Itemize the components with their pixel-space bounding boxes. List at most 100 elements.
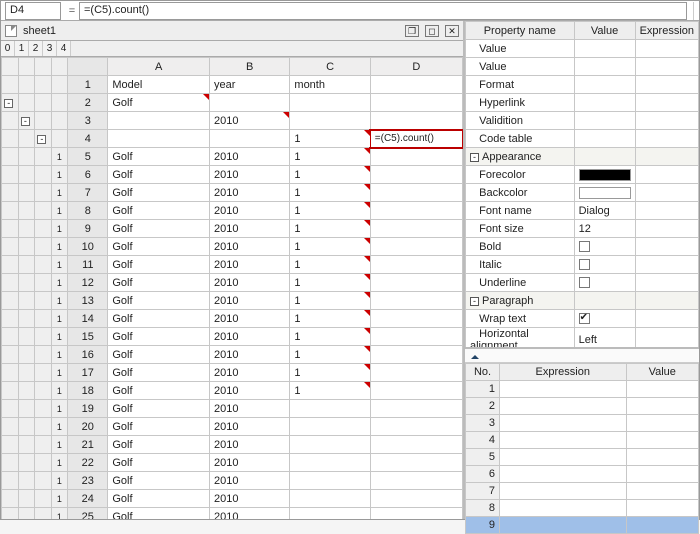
collapse-up-icon[interactable] <box>471 351 479 359</box>
cell-C25[interactable] <box>290 508 370 520</box>
prop-expression[interactable] <box>635 274 698 292</box>
expr-value[interactable] <box>626 449 698 466</box>
outline-level-4[interactable]: 4 <box>57 41 71 56</box>
row-header[interactable]: 25 <box>68 508 108 520</box>
window-max-icon[interactable]: ◻ <box>425 25 439 37</box>
expr-value[interactable] <box>626 517 698 534</box>
expr-expression[interactable] <box>500 449 627 466</box>
cell-B20[interactable]: 2010 <box>210 418 290 436</box>
row-header[interactable]: 1 <box>68 76 108 94</box>
cell-D15[interactable] <box>370 328 462 346</box>
prop-value[interactable]: 12 <box>574 220 635 238</box>
cell-D14[interactable] <box>370 310 462 328</box>
cell-D6[interactable] <box>370 166 462 184</box>
outline-level-1[interactable]: 1 <box>15 41 29 56</box>
cell-A12[interactable]: Golf <box>108 274 210 292</box>
cell-D8[interactable] <box>370 202 462 220</box>
cell-D19[interactable] <box>370 400 462 418</box>
prop-value[interactable] <box>574 310 635 328</box>
expr-row-num[interactable]: 7 <box>466 483 500 500</box>
expr-value[interactable] <box>626 398 698 415</box>
prop-value[interactable] <box>574 166 635 184</box>
cell-B21[interactable]: 2010 <box>210 436 290 454</box>
row-header[interactable]: 16 <box>68 346 108 364</box>
cell-D17[interactable] <box>370 364 462 382</box>
outline-level-3[interactable]: 3 <box>43 41 57 56</box>
cell-D13[interactable] <box>370 292 462 310</box>
row-header[interactable]: 10 <box>68 238 108 256</box>
cell-D2[interactable] <box>370 94 462 112</box>
row-header[interactable]: 13 <box>68 292 108 310</box>
outline-gutter[interactable]: - <box>18 112 35 130</box>
cell-C13[interactable]: 1 <box>290 292 370 310</box>
expr-row-num[interactable]: 1 <box>466 381 500 398</box>
cell-A6[interactable]: Golf <box>108 166 210 184</box>
cell-B18[interactable]: 2010 <box>210 382 290 400</box>
cell-A5[interactable]: Golf <box>108 148 210 166</box>
cell-D25[interactable] <box>370 508 462 520</box>
expr-row-num[interactable]: 6 <box>466 466 500 483</box>
cell-C14[interactable]: 1 <box>290 310 370 328</box>
row-header[interactable]: 14 <box>68 310 108 328</box>
prop-value[interactable] <box>574 76 635 94</box>
prop-expression[interactable] <box>635 310 698 328</box>
cell-C4[interactable]: 1 <box>290 130 370 148</box>
prop-expression[interactable] <box>635 94 698 112</box>
cell-B1[interactable]: year <box>210 76 290 94</box>
cell-C24[interactable] <box>290 490 370 508</box>
cell-B24[interactable]: 2010 <box>210 490 290 508</box>
prop-expression[interactable] <box>635 130 698 148</box>
cell-D22[interactable] <box>370 454 462 472</box>
prop-expression[interactable] <box>635 40 698 58</box>
cell-B12[interactable]: 2010 <box>210 274 290 292</box>
expr-row-num[interactable]: 4 <box>466 432 500 449</box>
row-header[interactable]: 9 <box>68 220 108 238</box>
row-header[interactable]: 5 <box>68 148 108 166</box>
cell-C23[interactable] <box>290 472 370 490</box>
cell-B16[interactable]: 2010 <box>210 346 290 364</box>
prop-value[interactable] <box>574 238 635 256</box>
cell-D21[interactable] <box>370 436 462 454</box>
cell-A21[interactable]: Golf <box>108 436 210 454</box>
cell-A23[interactable]: Golf <box>108 472 210 490</box>
prop-value[interactable] <box>574 40 635 58</box>
cell-A11[interactable]: Golf <box>108 256 210 274</box>
prop-value[interactable]: Dialog <box>574 202 635 220</box>
expr-row-num[interactable]: 9 <box>466 517 500 534</box>
cell-C11[interactable]: 1 <box>290 256 370 274</box>
cell-A2[interactable]: Golf <box>108 94 210 112</box>
cell-A18[interactable]: Golf <box>108 382 210 400</box>
cell-B2[interactable] <box>210 94 290 112</box>
row-header[interactable]: 18 <box>68 382 108 400</box>
expr-expression[interactable] <box>500 483 627 500</box>
cell-B23[interactable]: 2010 <box>210 472 290 490</box>
cell-A24[interactable]: Golf <box>108 490 210 508</box>
cell-C21[interactable] <box>290 436 370 454</box>
cell-B6[interactable]: 2010 <box>210 166 290 184</box>
prop-expression[interactable] <box>635 202 698 220</box>
cell-A9[interactable]: Golf <box>108 220 210 238</box>
expr-row-num[interactable]: 5 <box>466 449 500 466</box>
cell-B13[interactable]: 2010 <box>210 292 290 310</box>
window-close-icon[interactable]: ✕ <box>445 25 459 37</box>
outline-level-0[interactable]: 0 <box>1 41 15 56</box>
row-header[interactable]: 2 <box>68 94 108 112</box>
cell-D12[interactable] <box>370 274 462 292</box>
prop-value[interactable] <box>574 94 635 112</box>
cell-A4[interactable] <box>108 130 210 148</box>
prop-expression[interactable] <box>635 148 698 166</box>
prop-expression[interactable] <box>635 238 698 256</box>
prop-expression[interactable] <box>635 76 698 94</box>
cell-A20[interactable]: Golf <box>108 418 210 436</box>
cell-B14[interactable]: 2010 <box>210 310 290 328</box>
cell-C7[interactable]: 1 <box>290 184 370 202</box>
prop-value[interactable]: Left <box>574 328 635 348</box>
cell-C17[interactable]: 1 <box>290 364 370 382</box>
expr-expression[interactable] <box>500 517 627 534</box>
cell-A22[interactable]: Golf <box>108 454 210 472</box>
cell-B7[interactable]: 2010 <box>210 184 290 202</box>
column-header-A[interactable]: A <box>108 58 210 76</box>
prop-expression[interactable] <box>635 112 698 130</box>
cell-A7[interactable]: Golf <box>108 184 210 202</box>
cell-reference-box[interactable]: D4 <box>5 2 61 20</box>
